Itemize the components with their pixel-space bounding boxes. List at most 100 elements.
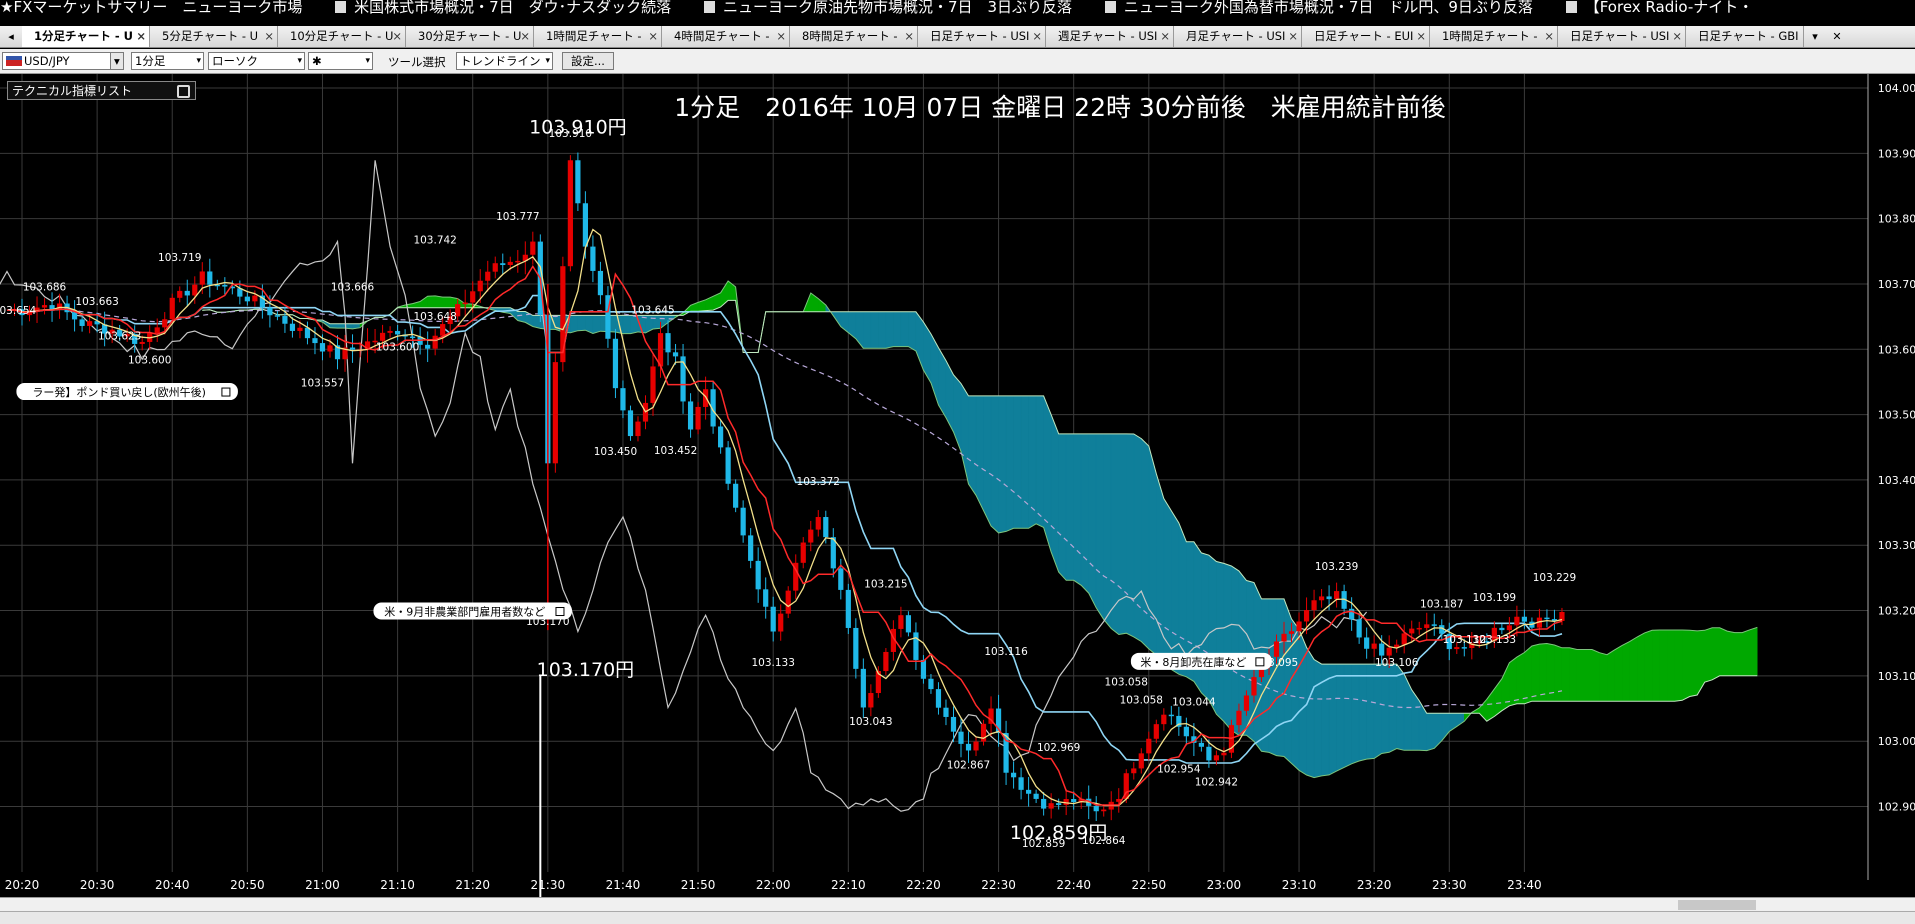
document-icon: [335, 1, 346, 13]
candle: [1319, 596, 1324, 600]
tab-10min-chart[interactable]: 10分足チャート - U×: [278, 26, 406, 47]
candle: [155, 327, 160, 333]
close-icon[interactable]: ×: [1672, 26, 1682, 47]
close-icon[interactable]: ×: [520, 26, 530, 47]
chikou-span-line: [0, 160, 1367, 811]
tab-scroll-left[interactable]: ◂: [0, 26, 22, 47]
ticker-item[interactable]: 米国株式市場概況・7日 ダウ･ナスダック続落: [335, 0, 671, 14]
chevron-down-icon: ▾: [365, 53, 370, 69]
symbol-dropdown-button[interactable]: ▾: [110, 52, 124, 70]
news-ticker[interactable]: ★FXマーケットサマリー ニューヨーク市場 米国株式市場概況・7日 ダウ･ナスダ…: [0, 0, 1915, 14]
scrollbar-thumb[interactable]: [1678, 900, 1756, 910]
x-tick-label: 23:40: [1507, 878, 1542, 892]
close-icon[interactable]: ×: [1544, 26, 1554, 47]
ticker-item[interactable]: ニューヨーク外国為替市場概況・7日 ドル円、9日ぶり反落: [1105, 0, 1533, 14]
ichimoku-cloud-segment: [1006, 396, 1014, 532]
chart-scrollbar[interactable]: [0, 897, 1915, 912]
close-icon[interactable]: ×: [1288, 26, 1298, 47]
close-icon[interactable]: ×: [776, 26, 786, 47]
tab-weekly-chart[interactable]: 週足チャート - USI×: [1046, 26, 1174, 47]
ichimoku-cloud-segment: [901, 312, 909, 347]
tool-select[interactable]: トレンドライン▾: [456, 52, 553, 70]
candle: [650, 366, 655, 402]
marker-select[interactable]: ✱▾: [308, 52, 373, 70]
status-bar: [0, 911, 1915, 924]
candle: [703, 389, 708, 407]
close-icon[interactable]: ×: [136, 26, 146, 47]
x-tick-label: 23:30: [1432, 878, 1467, 892]
tab-list-dropdown[interactable]: ▾: [1804, 26, 1826, 47]
candle: [628, 410, 633, 436]
symbol-select[interactable]: USD/JPY: [2, 52, 111, 70]
price-point-label: 103.557: [301, 378, 344, 390]
ticker-item[interactable]: ★FXマーケットサマリー ニューヨーク市場: [0, 0, 302, 14]
close-icon[interactable]: ×: [392, 26, 402, 47]
candle: [380, 333, 385, 341]
close-icon[interactable]: ×: [1032, 26, 1042, 47]
collapse-icon[interactable]: [177, 85, 190, 98]
ichimoku-cloud-segment: [1690, 630, 1698, 696]
ichimoku-cloud-segment: [1134, 434, 1142, 642]
tab-daily-chart[interactable]: 日足チャート - USI×: [918, 26, 1046, 47]
candle: [1364, 637, 1369, 648]
close-icon[interactable]: ✕: [1826, 26, 1848, 47]
candle: [267, 308, 272, 316]
timeframe-select[interactable]: 1分足▾: [131, 52, 204, 70]
tab-daily-gbp-chart[interactable]: 日足チャート - GBI: [1686, 26, 1804, 47]
candle: [1199, 743, 1204, 747]
ticker-item[interactable]: ニューヨーク原油先物市場概況・7日 3日ぶり反落: [704, 0, 1072, 14]
chart-toolbar: USD/JPY ▾ 1分足▾ ローソク▾ ✱▾ ツール選択 トレンドライン▾ 設…: [0, 49, 1915, 74]
candle: [1499, 628, 1504, 630]
ichimoku-cloud-segment: [1509, 657, 1517, 706]
settings-button[interactable]: 設定...: [562, 52, 614, 70]
tab-1min-chart[interactable]: 1分足チャート - U×: [22, 26, 150, 47]
ichimoku-cloud-segment: [435, 296, 443, 308]
close-icon[interactable]: ×: [1416, 26, 1426, 47]
ichimoku-cloud-segment: [653, 315, 661, 329]
price-chart[interactable]: 20:2020:3020:4020:5021:0021:1021:2021:30…: [0, 74, 1915, 897]
candle: [1184, 727, 1189, 737]
candle: [1244, 695, 1249, 710]
close-icon[interactable]: ×: [904, 26, 914, 47]
tab-monthly-chart[interactable]: 月足チャート - USI×: [1174, 26, 1302, 47]
tab-1hour-chart-2[interactable]: 1時間足チャート -×: [1430, 26, 1558, 47]
chart-style-select[interactable]: ローソク▾: [208, 52, 305, 70]
highlight-price-label: 103.170円: [537, 659, 635, 681]
ichimoku-cloud-segment: [1044, 396, 1052, 552]
candle: [1101, 810, 1106, 812]
candle: [1417, 628, 1422, 630]
tab-1hour-chart[interactable]: 1時間足チャート -×: [534, 26, 662, 47]
price-point-label: 103.116: [984, 646, 1028, 658]
candle: [1311, 600, 1316, 610]
candle: [245, 297, 250, 302]
tool-select-label: ツール選択: [388, 54, 446, 70]
close-icon[interactable]: ×: [264, 26, 274, 47]
price-point-label: 103.058: [1120, 694, 1163, 706]
ticker-item[interactable]: 【Forex Radio-ナイト・: [1566, 0, 1754, 14]
tab-4hour-chart[interactable]: 4時間足チャート -×: [662, 26, 790, 47]
highlight-price-label: 103.910円: [529, 117, 627, 139]
candle: [1161, 715, 1166, 724]
close-icon[interactable]: ×: [1160, 26, 1170, 47]
ichimoku-cloud-segment: [1569, 648, 1577, 701]
technical-indicator-list[interactable]: テクニカル指標リスト: [7, 81, 196, 100]
candle: [185, 291, 190, 296]
candle: [1462, 647, 1467, 649]
price-point-label: 103.239: [1315, 561, 1358, 573]
tab-8hour-chart[interactable]: 8時間足チャート -×: [790, 26, 918, 47]
candle: [620, 388, 625, 410]
tab-30min-chart[interactable]: 30分足チャート - U×: [406, 26, 534, 47]
candle: [913, 632, 918, 660]
close-icon[interactable]: ×: [648, 26, 658, 47]
tab-daily-eur-chart[interactable]: 日足チャート - EUI×: [1302, 26, 1430, 47]
ichimoku-cloud-segment: [1607, 650, 1615, 701]
x-tick-label: 22:30: [981, 878, 1016, 892]
y-tick-label: 103.90: [1878, 147, 1915, 160]
ichimoku-cloud-segment: [1329, 664, 1337, 775]
candle: [1251, 677, 1256, 695]
tab-5min-chart[interactable]: 5分足チャート - U×: [150, 26, 278, 47]
candle: [1236, 711, 1241, 725]
candle: [1289, 631, 1294, 634]
tab-daily-chart-2[interactable]: 日足チャート - USI×: [1558, 26, 1686, 47]
ichimoku-cloud-segment: [999, 396, 1007, 533]
